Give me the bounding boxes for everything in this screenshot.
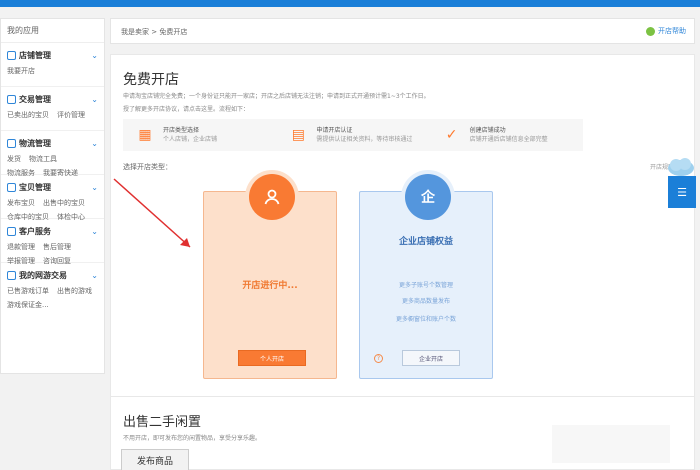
enterprise-store-card[interactable]: 企 企业店铺权益 更多子账号个数管理 更多商品数量发布 更多橱窗位和账户个数 ?… [359, 174, 493, 379]
sidebar-link[interactable]: 游戏保证金... [7, 300, 49, 310]
sidebar-group-title[interactable]: 店铺管理 ⌄ [7, 50, 98, 61]
grid-icon: ▦ [138, 127, 152, 143]
service-icon [7, 227, 16, 236]
top-nav-bar [0, 0, 700, 7]
sidebar-group-title[interactable]: 交易管理 ⌄ [7, 94, 98, 105]
step-title: 申请开店认证 [316, 127, 353, 134]
sidebar-link[interactable]: 已卖出的宝贝 [7, 110, 49, 120]
panel-description: 申请淘宝店铺完全免费；一个身份证只能开一家店；开店之后店铺无法注销；申请到正式开… [123, 93, 430, 100]
help-icon [646, 26, 655, 36]
publish-goods-button[interactable]: 发布商品 [121, 449, 189, 470]
game-icon [7, 271, 16, 280]
sidebar-group-goods: 宝贝管理 ⌄ 发布宝贝 出售中的宝贝 仓库中的宝贝 体检中心 [1, 175, 104, 222]
sidebar-group-title[interactable]: 客户服务 ⌄ [7, 226, 98, 237]
enterprise-benefit: 更多橱窗位和账户个数 [395, 316, 456, 323]
panel-description-link[interactable]: 授了解更多开店协议，请点击这里。流程如下： [123, 104, 249, 113]
sidebar-group-title[interactable]: 宝贝管理 ⌄ [7, 182, 98, 193]
chevron-down-icon[interactable]: ⌄ [91, 183, 98, 192]
sidebar-link[interactable]: 我要寄快递 [43, 168, 78, 178]
store-icon [7, 51, 16, 60]
sidebar-link[interactable]: 体检中心 [57, 212, 85, 222]
chevron-down-icon[interactable]: ⌄ [91, 95, 98, 104]
sidebar-link[interactable]: 咨询回复 [43, 256, 71, 266]
truck-icon [7, 139, 16, 148]
process-steps: ▦ 开店类型选择 个人店铺，企业店铺 ▤ 申请开店认证 需提供认证相关资料，等待… [123, 119, 583, 151]
sidebar-header: 我的应用 [1, 19, 104, 43]
sidebar-link[interactable]: 物流工具 [29, 154, 57, 164]
cloud-icon[interactable] [666, 156, 696, 178]
step-item: ✓ 创建店铺成功 店铺开通后店铺信息全部完整 [430, 119, 583, 151]
breadcrumb-bar: 我是卖家 > 免费开店 开店帮助 [110, 18, 695, 44]
choose-type-label: 选择开店类型： [123, 163, 172, 171]
chat-icon[interactable]: ☰ [668, 176, 696, 208]
sidebar-group-store: 店铺管理 ⌄ 我要开店 [1, 43, 104, 87]
sidebar-group-game: 我的网游交易 ⌄ 已售游戏订单 出售的游戏 游戏保证金... [1, 263, 104, 310]
goods-icon [7, 183, 16, 192]
step-item: ▦ 开店类型选择 个人店铺，企业店铺 [123, 119, 276, 151]
step-item: ▤ 申请开店认证 需提供认证相关资料，等待审核通过 [276, 119, 429, 151]
sidebar-link[interactable]: 售后管理 [43, 242, 71, 252]
check-icon: ✓ [445, 127, 458, 143]
secondhand-panel: 出售二手闲置 不用开店，即可发布您的闲置物品，享受分享乐趣。 发布商品 [110, 396, 695, 470]
sidebar-link[interactable]: 评价管理 [57, 110, 85, 120]
step-title: 创建店铺成功 [469, 127, 506, 134]
secondhand-title: 出售二手闲置 [123, 415, 202, 430]
enterprise-icon: 企 [405, 174, 451, 220]
sidebar-link[interactable]: 仓库中的宝贝 [7, 212, 49, 222]
sidebar-link[interactable]: 我要开店 [7, 66, 35, 76]
enterprise-store-button[interactable]: 企业开店 [402, 350, 460, 366]
sidebar-link[interactable]: 物流服务 [7, 168, 35, 178]
step-subtitle: 个人店铺，企业店铺 [163, 136, 218, 143]
sidebar-group-title[interactable]: 物流管理 ⌄ [7, 138, 98, 149]
chevron-down-icon[interactable]: ⌄ [91, 227, 98, 236]
sidebar-link[interactable]: 已售游戏订单 [7, 286, 49, 296]
help-link[interactable]: 开店帮助 [646, 26, 686, 36]
secondhand-description: 不用开店，即可发布您的闲置物品，享受分享乐趣。 [123, 435, 262, 442]
enterprise-title: 企业店铺权益 [398, 237, 453, 247]
sidebar-group-title[interactable]: 我的网游交易 ⌄ [7, 270, 98, 281]
sidebar-link[interactable]: 出售的游戏 [57, 286, 92, 296]
chevron-down-icon[interactable]: ⌄ [91, 271, 98, 280]
sidebar-link[interactable]: 举报管理 [7, 256, 35, 266]
enterprise-benefit: 更多子账号个数管理 [398, 282, 453, 289]
personal-store-card[interactable]: 开店进行中... 个人开店 [203, 174, 337, 379]
chevron-down-icon[interactable]: ⌄ [91, 139, 98, 148]
question-icon[interactable]: ? [374, 354, 383, 363]
sidebar-group-service: 客户服务 ⌄ 退款管理 售后管理 举报管理 咨询回复 [1, 219, 104, 266]
enterprise-benefit: 更多商品数量发布 [401, 298, 450, 305]
sidebar-group-logistics: 物流管理 ⌄ 发货 物流工具 物流服务 我要寄快递 [1, 131, 104, 178]
step-title: 开店类型选择 [163, 127, 200, 134]
chevron-down-icon[interactable]: ⌄ [91, 51, 98, 60]
annotation-arrow-icon [113, 178, 191, 248]
user-icon [249, 174, 295, 220]
trade-icon [7, 95, 16, 104]
step-subtitle: 需提供认证相关资料，等待审核通过 [316, 136, 413, 143]
personal-store-button[interactable]: 个人开店 [238, 350, 306, 366]
sidebar-link[interactable]: 退款管理 [7, 242, 35, 252]
step-subtitle: 店铺开通后店铺信息全部完整 [469, 136, 548, 143]
sidebar-link[interactable]: 发货 [7, 154, 21, 164]
sidebar: 我的应用 店铺管理 ⌄ 我要开店 交易管理 ⌄ 已卖出的宝贝 评价管理 物流管理… [0, 18, 105, 374]
personal-status-text: 开店进行中... [242, 281, 298, 291]
secondhand-promo-area [552, 425, 670, 463]
breadcrumb[interactable]: 我是卖家 > 免费开店 [121, 27, 187, 37]
page-title: 免费开店 [123, 72, 179, 88]
sidebar-link[interactable]: 发布宝贝 [7, 198, 35, 208]
sidebar-link[interactable]: 出售中的宝贝 [43, 198, 85, 208]
sidebar-group-trade: 交易管理 ⌄ 已卖出的宝贝 评价管理 [1, 87, 104, 131]
document-icon: ▤ [291, 127, 305, 143]
